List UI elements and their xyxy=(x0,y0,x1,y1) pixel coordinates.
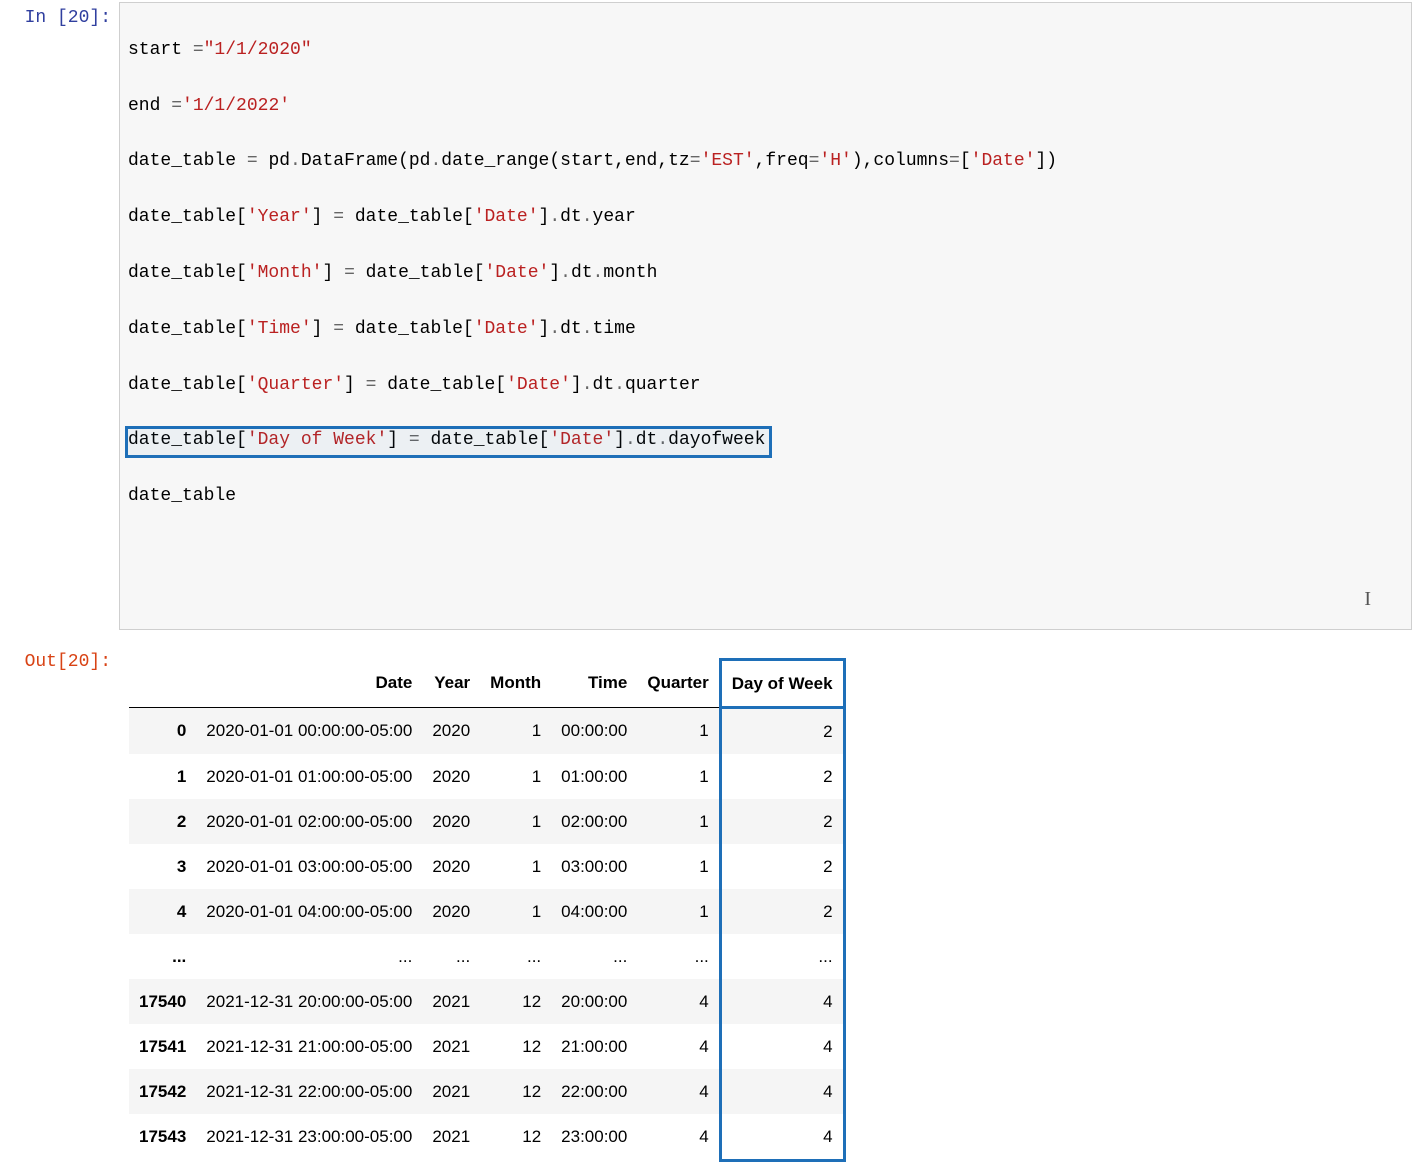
cell-year: 2020 xyxy=(422,754,480,799)
cell-date: 2020-01-01 02:00:00-05:00 xyxy=(196,799,422,844)
cell-month: 1 xyxy=(480,707,551,754)
row-index: 3 xyxy=(129,844,196,889)
col-header-year: Year xyxy=(422,659,480,707)
cell-year: 2021 xyxy=(422,979,480,1024)
table-row: 32020-01-01 03:00:00-05:002020103:00:001… xyxy=(129,844,844,889)
cell-month: 12 xyxy=(480,1069,551,1114)
cell-year: 2021 xyxy=(422,1114,480,1161)
cell-time: 02:00:00 xyxy=(551,799,637,844)
table-row: 175422021-12-31 22:00:00-05:0020211222:0… xyxy=(129,1069,844,1114)
cell-quarter: 4 xyxy=(637,1069,720,1114)
row-index: 0 xyxy=(129,707,196,754)
cell-time: 22:00:00 xyxy=(551,1069,637,1114)
cell-quarter: 4 xyxy=(637,979,720,1024)
table-row: 02020-01-01 00:00:00-05:002020100:00:001… xyxy=(129,707,844,754)
cell-quarter: 1 xyxy=(637,889,720,934)
out-prompt: Out[20]: xyxy=(0,644,115,1162)
cell-date: 2020-01-01 03:00:00-05:00 xyxy=(196,844,422,889)
cell-date: 2021-12-31 22:00:00-05:00 xyxy=(196,1069,422,1114)
cell-date: 2021-12-31 21:00:00-05:00 xyxy=(196,1024,422,1069)
cell-time: 00:00:00 xyxy=(551,707,637,754)
cell-time: 21:00:00 xyxy=(551,1024,637,1069)
output-cell: Out[20]: Date Year Month Time Quarter Da… xyxy=(0,644,1422,1162)
cell-date: 2020-01-01 01:00:00-05:00 xyxy=(196,754,422,799)
table-row: 175432021-12-31 23:00:00-05:0020211223:0… xyxy=(129,1114,844,1161)
row-index: 17543 xyxy=(129,1114,196,1161)
table-row: 12020-01-01 01:00:00-05:002020101:00:001… xyxy=(129,754,844,799)
cell-year: 2020 xyxy=(422,707,480,754)
cell-dow: 4 xyxy=(720,979,844,1024)
cell-year: 2020 xyxy=(422,844,480,889)
cell-month: 12 xyxy=(480,979,551,1024)
col-header-dayofweek: Day of Week xyxy=(720,659,844,707)
cell-dow: 4 xyxy=(720,1069,844,1114)
cell-quarter: ... xyxy=(637,934,720,979)
row-index: 2 xyxy=(129,799,196,844)
row-index: 1 xyxy=(129,754,196,799)
cell-quarter: 1 xyxy=(637,707,720,754)
cell-date: 2021-12-31 20:00:00-05:00 xyxy=(196,979,422,1024)
in-prompt: In [20]: xyxy=(0,0,115,634)
row-index: 17540 xyxy=(129,979,196,1024)
cell-quarter: 1 xyxy=(637,754,720,799)
row-index: 17542 xyxy=(129,1069,196,1114)
row-index: ... xyxy=(129,934,196,979)
cell-quarter: 1 xyxy=(637,799,720,844)
cell-month: 1 xyxy=(480,844,551,889)
col-header-date: Date xyxy=(196,659,422,707)
cell-time: 20:00:00 xyxy=(551,979,637,1024)
table-row: 42020-01-01 04:00:00-05:002020104:00:001… xyxy=(129,889,844,934)
cell-date: 2020-01-01 00:00:00-05:00 xyxy=(196,707,422,754)
cell-month: 12 xyxy=(480,1024,551,1069)
table-row: 175412021-12-31 21:00:00-05:0020211221:0… xyxy=(129,1024,844,1069)
cell-quarter: 1 xyxy=(637,844,720,889)
cell-date: ... xyxy=(196,934,422,979)
table-row: 22020-01-01 02:00:00-05:002020102:00:001… xyxy=(129,799,844,844)
cell-time: 23:00:00 xyxy=(551,1114,637,1161)
row-index: 4 xyxy=(129,889,196,934)
cell-date: 2021-12-31 23:00:00-05:00 xyxy=(196,1114,422,1161)
cell-time: 01:00:00 xyxy=(551,754,637,799)
table-row: 175402021-12-31 20:00:00-05:0020211220:0… xyxy=(129,979,844,1024)
cell-time: 03:00:00 xyxy=(551,844,637,889)
cell-month: 12 xyxy=(480,1114,551,1161)
output-area: Date Year Month Time Quarter Day of Week… xyxy=(115,644,1422,1162)
dataframe-table: Date Year Month Time Quarter Day of Week… xyxy=(129,658,846,1162)
cell-quarter: 4 xyxy=(637,1114,720,1161)
cell-dow: 2 xyxy=(720,844,844,889)
cell-month: ... xyxy=(480,934,551,979)
cell-date: 2020-01-01 04:00:00-05:00 xyxy=(196,889,422,934)
cell-dow: ... xyxy=(720,934,844,979)
col-header-quarter: Quarter xyxy=(637,659,720,707)
cell-year: ... xyxy=(422,934,480,979)
text-cursor-icon: I xyxy=(1364,584,1371,615)
col-header-time: Time xyxy=(551,659,637,707)
cell-dow: 2 xyxy=(720,889,844,934)
cell-year: 2020 xyxy=(422,889,480,934)
cell-month: 1 xyxy=(480,889,551,934)
table-header-row: Date Year Month Time Quarter Day of Week xyxy=(129,659,844,707)
cell-year: 2021 xyxy=(422,1069,480,1114)
col-header-month: Month xyxy=(480,659,551,707)
cell-month: 1 xyxy=(480,799,551,844)
table-row: ..................... xyxy=(129,934,844,979)
cell-time: 04:00:00 xyxy=(551,889,637,934)
cell-dow: 2 xyxy=(720,707,844,754)
cell-dow: 2 xyxy=(720,799,844,844)
cell-dow: 4 xyxy=(720,1024,844,1069)
cell-year: 2020 xyxy=(422,799,480,844)
row-index: 17541 xyxy=(129,1024,196,1069)
cell-time: ... xyxy=(551,934,637,979)
cell-month: 1 xyxy=(480,754,551,799)
code-editor[interactable]: start ="1/1/2020" end ='1/1/2022' date_t… xyxy=(119,2,1412,630)
col-header-index xyxy=(129,659,196,707)
cell-year: 2021 xyxy=(422,1024,480,1069)
input-cell: In [20]: start ="1/1/2020" end ='1/1/202… xyxy=(0,0,1422,634)
cell-dow: 2 xyxy=(720,754,844,799)
cell-quarter: 4 xyxy=(637,1024,720,1069)
cell-dow: 4 xyxy=(720,1114,844,1161)
